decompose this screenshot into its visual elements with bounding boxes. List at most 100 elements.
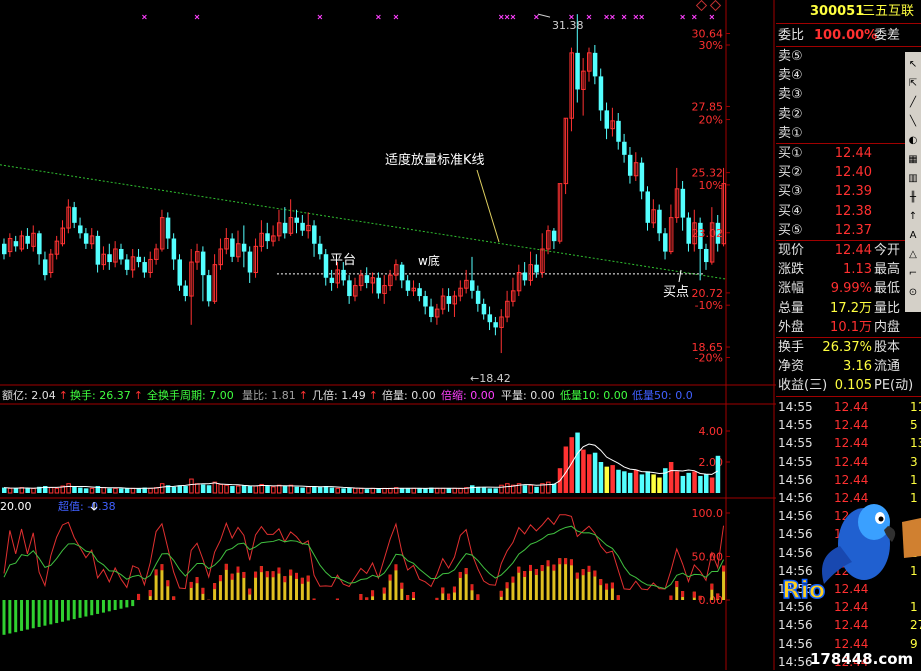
event-marker: [318, 15, 322, 19]
ask-row: 卖①: [776, 124, 921, 143]
volume-bar: [196, 484, 200, 493]
osc-bar-cap: [459, 572, 462, 578]
stat2-row-value: 0.105: [812, 376, 872, 395]
candle-body: [341, 270, 346, 280]
candle-body: [137, 257, 142, 262]
drawing-tool-icon[interactable]: ⇱: [906, 77, 920, 90]
bid-row-value: 12.40: [812, 163, 872, 182]
candle-body: [593, 53, 598, 77]
price-axis-labels: 30.6430%27.8520%25.3210%23.0220.72-10%18…: [692, 28, 731, 365]
price-tick-label: 10%: [699, 179, 723, 192]
stat-row-label: 涨幅: [778, 279, 804, 298]
indicator-strip: 额亿: 2.04↑换手: 26.37↑全换手周期: 7.00量比: 1.81↑几…: [2, 388, 693, 402]
indicator-arrow: ↑: [369, 389, 378, 402]
drawing-tool-icon[interactable]: ↖: [906, 58, 920, 71]
drawing-tool-icon[interactable]: ↑: [906, 210, 920, 223]
osc-bar-cap: [295, 573, 298, 579]
event-marker: [622, 15, 626, 19]
stat-row-label2: 量比: [874, 299, 900, 318]
drawing-tool-icon[interactable]: ╲: [906, 115, 920, 128]
volume-bar: [330, 488, 335, 493]
volume-bar: [610, 465, 615, 493]
price-tick-label: 23.02: [692, 227, 724, 240]
event-marker: [505, 15, 509, 19]
low-label: ←18.42: [470, 372, 511, 385]
stock-name: 三五互联: [862, 2, 914, 21]
annotations: 31.38←18.42平台w底适度放量标准K线买点: [330, 14, 689, 385]
volume-bar: [8, 488, 12, 493]
candle-body: [575, 53, 580, 90]
osc-bar-cap: [231, 574, 234, 580]
candle-body: [423, 296, 428, 306]
drawing-tool-icon[interactable]: ▦: [906, 153, 920, 166]
candle-body: [14, 241, 19, 246]
drawing-tool-icon[interactable]: ▥: [906, 172, 920, 185]
tick-price: 12.44: [834, 416, 868, 434]
osc-bar-neg: [43, 600, 46, 626]
ask-row-label: 卖⑤: [778, 47, 803, 66]
price-tick-label: 25.32: [692, 167, 724, 180]
candlestick-chart[interactable]: 31.38←18.42平台w底适度放量标准K线买点 30.6430%27.852…: [0, 0, 776, 670]
candle-body: [488, 314, 493, 322]
volume-bar: [529, 485, 533, 493]
stock-code: 300051: [810, 2, 864, 21]
candle-body: [686, 218, 691, 244]
buy-point-label: 买点: [663, 285, 689, 300]
osc-bar-cap: [576, 573, 579, 579]
drawing-tool-icon[interactable]: ◐: [906, 134, 920, 147]
volume-bar: [265, 486, 270, 493]
osc-bar-cap: [307, 576, 310, 582]
osc-bar-cap: [500, 591, 503, 597]
candle-body: [78, 225, 83, 233]
volume-bar: [599, 462, 604, 493]
bid-row-label: 买③: [778, 182, 803, 201]
bid-row: 买④12.38: [776, 202, 921, 221]
osc-bar-cap: [558, 558, 561, 564]
osc-bar-cap: [237, 567, 240, 573]
stat2-row-label: 净资: [778, 357, 804, 376]
volume-panel: 4.002.00: [2, 425, 730, 493]
indicator-arrow: ↑: [134, 389, 143, 402]
drawing-tool-icon[interactable]: A: [906, 229, 920, 242]
volume-bar: [178, 485, 183, 493]
event-marker: [605, 15, 609, 19]
volume-bar: [710, 478, 715, 494]
price-tick-label: 27.85: [692, 100, 724, 113]
drawing-tool-icon[interactable]: ⌐: [906, 267, 920, 280]
candle-body: [376, 278, 381, 294]
candle-body: [248, 252, 253, 273]
osc-bar-neg: [79, 600, 82, 618]
bid-row-label: 买⑤: [778, 221, 803, 240]
drawing-tool-icon[interactable]: △: [906, 248, 920, 261]
volume-bar: [593, 453, 598, 493]
osc-bar-cap: [617, 595, 620, 600]
osc-bar-cap: [693, 592, 696, 598]
volume-bar: [172, 487, 177, 493]
candle-body: [72, 207, 77, 223]
candle-body: [84, 233, 89, 243]
osc-bar-cap: [465, 568, 468, 574]
event-marker: [394, 15, 398, 19]
volume-bar: [692, 471, 697, 493]
drawing-tool-icon[interactable]: ⊙: [906, 286, 920, 299]
osc-bar-cap: [201, 588, 204, 594]
drawing-tool-icon[interactable]: ╱: [906, 96, 920, 109]
osc-bar-cap: [441, 587, 444, 593]
volume-bar: [336, 488, 340, 493]
osc-bar-cap: [149, 590, 152, 596]
event-marker: [610, 15, 614, 19]
volume-bar: [523, 485, 528, 493]
volume-bar: [119, 488, 124, 493]
stat-row-value: 1.13: [812, 260, 872, 279]
candle-body: [172, 239, 177, 260]
osc-bar-cap: [277, 568, 280, 574]
osc-bar-cap: [313, 599, 316, 600]
volume-bar: [277, 485, 281, 493]
drawing-tool-icon[interactable]: ╫: [906, 191, 920, 204]
event-marker: [195, 15, 199, 19]
osc-bar-cap: [365, 597, 368, 600]
candle-body: [201, 252, 206, 276]
volume-bar: [669, 462, 674, 493]
tick-time: 14:56: [778, 653, 813, 671]
volume-bar: [14, 488, 19, 493]
